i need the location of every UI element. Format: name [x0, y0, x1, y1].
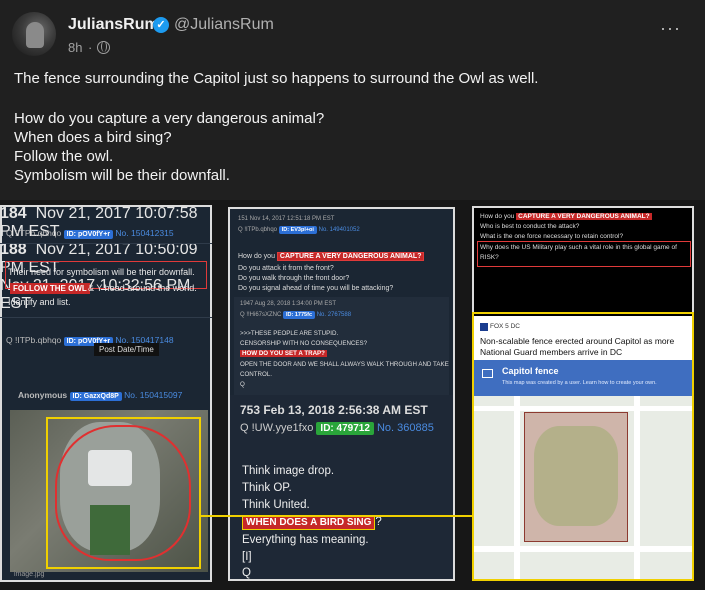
id-badge[interactable]: ID: 1775fc: [283, 311, 316, 319]
tripcode: Q !ITPb.qbhqo: [238, 227, 278, 233]
post-184-line-3: Identify and list.: [8, 297, 71, 307]
post-151-line-1: How do you CAPTURE A VERY DANGEROUS ANIM…: [238, 252, 425, 261]
more-options-icon[interactable]: ···: [660, 18, 681, 39]
post-753-trip-line: Q !UW.yye1fxo ID: 479712 No. 360885: [240, 422, 434, 435]
post-184-line-2: & Y head around the world.: [88, 283, 197, 293]
post-151-line-4: Do you signal ahead of time you will be …: [238, 285, 394, 292]
tripcode: Q !ITPb.qbhqo: [6, 335, 62, 345]
post-text-line-3: When does a bird sing?: [14, 129, 172, 146]
post-151-header: 151 Nov 14, 2017 12:51:18 PM EST: [238, 216, 335, 222]
connector-line: [200, 515, 474, 517]
avatar[interactable]: [12, 12, 56, 56]
drop-line-5: RISK?: [480, 254, 499, 261]
post-1947-header: 1947 Aug 28, 2018 1:34:00 PM EST: [240, 301, 337, 307]
post-time[interactable]: 8h: [68, 40, 82, 55]
image-filename: image.jpg: [14, 571, 45, 578]
bird-sing-tag: WHEN DOES A BIRD SING: [242, 515, 376, 530]
post-1947-line-5: Q: [240, 381, 245, 388]
post-text-line-4: Follow the owl.: [14, 148, 114, 165]
avatar-figure: [26, 22, 44, 48]
divider: [0, 317, 212, 318]
post-151-line-2: Do you attack it from the front?: [238, 265, 334, 272]
post-184-trip-line: Q !ITPb.qbhqo ID: pOV0fY+r No. 150412315: [6, 228, 174, 239]
tripcode: Q !!Hi67sXZNC: [240, 312, 282, 318]
trap-tag: HOW DO YOU SET A TRAP?: [240, 350, 327, 357]
post-text-line-5: Symbolism will be their downfall.: [14, 167, 230, 184]
post-link[interactable]: No. 149401052: [319, 227, 360, 233]
post-link[interactable]: No. 150412315: [115, 228, 173, 238]
drop-line-1: How do you CAPTURE A VERY DANGEROUS ANIM…: [480, 213, 652, 220]
highlight-box: [472, 312, 694, 581]
post-1947-line-2: CENSORSHIP WITH NO CONSEQUENCES?: [240, 340, 368, 347]
verified-badge-icon: ✓: [153, 17, 169, 33]
highlight-box: [46, 417, 201, 569]
id-badge[interactable]: ID: pOV0fY+r: [63, 230, 114, 239]
capture-tag: CAPTURE A VERY DANGEROUS ANIMAL?: [276, 252, 425, 261]
post-753-line-6: [I]: [242, 551, 252, 563]
post-753-header: 753 Feb 13, 2018 2:56:38 AM EST: [240, 403, 428, 417]
post-number: 184: [0, 205, 27, 222]
post-text-line-2: How do you capture a very dangerous anim…: [14, 110, 325, 127]
id-badge[interactable]: ID: EV3pl+oi: [278, 226, 317, 234]
post-184-line-1: Their need for symbolism will be their d…: [8, 267, 195, 277]
post-753-line-5: Everything has meaning.: [242, 534, 369, 546]
post-151-line-3: Do you walk through the front door?: [238, 275, 350, 282]
text: ?: [375, 516, 382, 528]
post-151-trip-line: Q !ITPb.qbhqo ID: EV3pl+oi No. 149401052: [238, 226, 360, 234]
post-1947-box: 1947 Aug 28, 2018 1:34:00 PM EST Q !!Hi6…: [234, 297, 449, 397]
tooltip-post-date: Post Date/Time: [94, 343, 159, 356]
post-link[interactable]: No. 2767588: [317, 312, 351, 318]
anon-name: Anonymous: [18, 390, 68, 400]
post-753: 753 Feb 13, 2018 2:56:38 AM EST Q !UW.yy…: [230, 395, 453, 579]
post-text-line-1: The fence surrounding the Capitol just s…: [14, 70, 539, 87]
id-badge[interactable]: ID: 479712: [316, 422, 374, 435]
post-link[interactable]: No. 360885: [377, 422, 434, 434]
post-753-line-1: Think image drop.: [242, 465, 335, 477]
media-panel-middle[interactable]: 151 Nov 14, 2017 12:51:18 PM EST Q !ITPb…: [228, 207, 455, 581]
post-753-line-2: Think OP.: [242, 482, 292, 494]
tripcode: Q !UW.yye1fxo: [240, 422, 314, 434]
post-1947-line-3: OPEN THE DOOR AND WE SHALL ALWAYS WALK T…: [240, 361, 449, 368]
globe-icon: [97, 41, 110, 54]
post-1947-line-4: CONTROL.: [240, 371, 272, 378]
separator-dot: ·: [88, 40, 93, 55]
username[interactable]: JuliansRum: [68, 16, 159, 34]
post-753-line-7: Q: [242, 567, 251, 579]
capture-tag: CAPTURE A VERY DANGEROUS ANIMAL?: [516, 213, 652, 220]
id-badge[interactable]: ID: GazxQd8P: [69, 392, 122, 401]
post-753-line-3: Think United.: [242, 499, 310, 511]
anon-trip-line: Anonymous ID: GazxQd8P No. 150415097: [18, 390, 182, 401]
drop-line-4: Why does the US Military play such a vit…: [480, 244, 677, 251]
drop-line-3: What is the one force necessary to retai…: [480, 233, 624, 240]
handle[interactable]: @JuliansRum: [174, 16, 274, 34]
divider: [0, 243, 212, 244]
text: How do you: [480, 213, 515, 220]
follow-the-owl-tag: FOLLOW THE OWL: [10, 283, 90, 294]
post-link[interactable]: No. 150415097: [124, 390, 182, 400]
tweet-post: JuliansRum ✓ @JuliansRum 8h · ··· The fe…: [0, 0, 705, 590]
post-1947-line-1: >>>THESE PEOPLE ARE STUPID.: [240, 330, 339, 337]
tripcode: Q !ITPb.qbhqo: [6, 228, 62, 238]
post-1947-trip-line: Q !!Hi67sXZNC ID: 1775fc No. 2767588: [240, 311, 351, 319]
drop-line-2: Who is best to conduct the attack?: [480, 223, 580, 230]
text: How do you: [238, 253, 275, 260]
post-753-line-4: WHEN DOES A BIRD SING?: [242, 515, 382, 530]
